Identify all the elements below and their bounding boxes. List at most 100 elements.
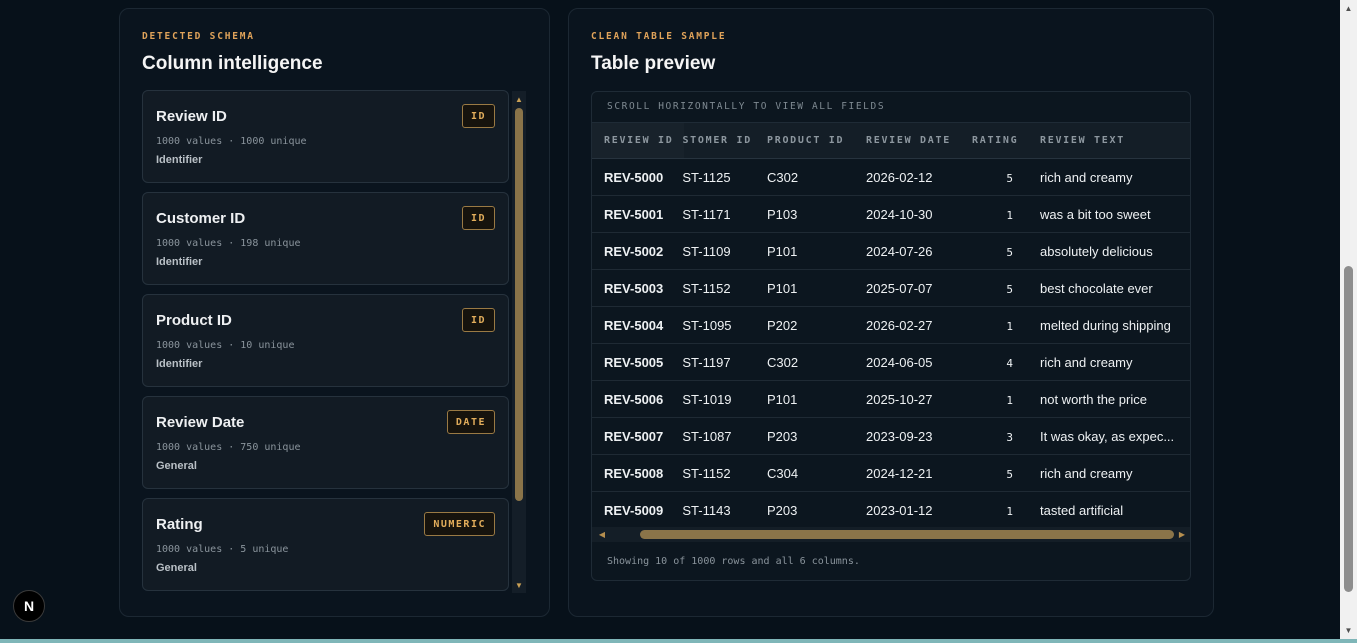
cell-review-date: 2023-09-23 [866,429,933,444]
cell-customer-id: CST-1197 [682,355,731,370]
cell-customer-id: CST-1019 [682,392,732,407]
cell-review-text: It was okay, as expec... [1040,429,1175,444]
cell-review-text: not worth the price [1040,392,1147,407]
cell-rating: 5 [1006,246,1013,259]
column-card[interactable]: Product ID 1000 values · 10 unique Ident… [142,294,509,387]
cell-customer-id: CST-1087 [682,429,732,444]
table-row[interactable]: REV-5002 CST-1109 P101 2024-07-26 5 absolutel… [592,233,1190,270]
type-badge: DATE [446,410,495,434]
cell-product-id: P203 [767,503,798,518]
table-row[interactable]: REV-5006 CST-1019 P101 2025-10-27 1 not worth… [592,381,1190,418]
cell-rating: 3 [1006,431,1013,444]
table-eyebrow: CLEAN TABLE SAMPLE [591,31,727,42]
cell-review-id: REV-5003 [604,281,664,296]
cell-review-id: REV-5001 [604,207,664,222]
header-rating[interactable]: RATING [972,135,1018,146]
table-row[interactable]: REV-5009 CST-1143 P203 2023-01-12 1 tasted ar… [592,492,1190,529]
scrollbar-thumb[interactable] [515,108,523,501]
type-badge: ID [461,308,495,332]
table-row[interactable]: REV-5005 CST-1197 C302 2024-06-05 4 rich and … [592,344,1190,381]
cell-product-id: P101 [767,244,798,259]
column-name: Review Date [156,414,245,431]
cell-review-id: REV-5008 [604,466,664,481]
cell-rating: 5 [1006,468,1013,481]
scroll-down-icon[interactable]: ▼ [512,579,526,591]
column-stats: 1000 values · 1000 unique [156,136,307,147]
schema-title: Column intelligence [142,53,323,74]
scrollbar-thumb[interactable] [640,530,1174,539]
table-row[interactable]: REV-5001 CST-1171 P103 2024-10-30 1 was a bit… [592,196,1190,233]
header-review-text[interactable]: REVIEW TEXT [1040,135,1125,146]
cell-review-text: was a bit too sweet [1040,207,1151,222]
cell-rating: 1 [1006,505,1013,518]
cell-review-text: absolutely delicious [1040,244,1153,259]
cell-review-date: 2024-07-26 [866,244,933,259]
table-row[interactable]: REV-5000 CST-1125 C302 2026-02-12 5 rich and … [592,159,1190,196]
cell-rating: 1 [1006,320,1013,333]
header-review-id[interactable]: REVIEW ID [604,135,674,146]
dev-tools-badge[interactable]: N [13,590,45,622]
cell-product-id: P203 [767,429,798,444]
column-list-scrollbar[interactable]: ▲ ▼ [512,91,526,593]
column-role: General [156,460,197,472]
cell-customer-id: CST-1125 [682,170,731,185]
cell-review-id: REV-5004 [604,318,664,333]
table-preview[interactable]: SCROLL HORIZONTALLY TO VIEW ALL FIELDS R… [591,91,1191,581]
scroll-right-icon[interactable]: ▶ [1176,528,1188,540]
cell-customer-id: CST-1109 [682,244,731,259]
type-badge: NUMERIC [424,512,495,536]
column-card[interactable]: Rating 1000 values · 5 unique General NU… [142,498,509,591]
cell-customer-id: CST-1171 [682,207,731,222]
column-card[interactable]: Customer ID 1000 values · 198 unique Ide… [142,192,509,285]
cell-product-id: C304 [767,466,799,481]
cell-review-id: REV-5000 [604,170,664,185]
column-stats: 1000 values · 5 unique [156,544,289,555]
column-role: Identifier [156,358,203,370]
cell-review-date: 2023-01-12 [866,503,933,518]
page-scrollbar[interactable]: ▲ ▼ [1340,0,1357,639]
table-row[interactable]: REV-5008 CST-1152 C304 2024-12-21 5 rich and … [592,455,1190,492]
table-row[interactable]: REV-5003 CST-1152 P101 2025-07-07 5 best choc… [592,270,1190,307]
table-title: Table preview [591,53,716,74]
column-card[interactable]: Review ID 1000 values · 1000 unique Iden… [142,90,509,183]
cell-review-id: REV-5002 [604,244,664,259]
cell-product-id: P103 [767,207,798,222]
cell-rating: 5 [1006,283,1013,296]
scroll-hint: SCROLL HORIZONTALLY TO VIEW ALL FIELDS [607,101,886,112]
cell-product-id: P101 [767,281,798,296]
cell-review-date: 2024-10-30 [866,207,933,222]
scrollbar-thumb[interactable] [1344,266,1353,592]
scroll-left-icon[interactable]: ◀ [596,528,608,540]
table-row[interactable]: REV-5004 CST-1095 P202 2026-02-27 1 melted du… [592,307,1190,344]
column-name: Customer ID [156,210,246,227]
column-name: Review ID [156,108,227,125]
column-role: Identifier [156,154,203,166]
type-badge: ID [461,104,495,128]
cell-review-text: rich and creamy [1040,466,1133,481]
cell-review-id: REV-5009 [604,503,664,518]
cell-review-date: 2026-02-12 [866,170,933,185]
horizontal-scrollbar[interactable]: ◀ ▶ [592,527,1190,542]
cell-review-date: 2026-02-27 [866,318,933,333]
header-customer-id[interactable]: CUSTOMER ID [682,135,752,146]
cell-product-id: C302 [767,170,799,185]
cell-rating: 5 [1006,172,1013,185]
column-stats: 1000 values · 10 unique [156,340,295,351]
column-list[interactable]: Review ID 1000 values · 1000 unique Iden… [142,90,510,592]
cell-rating: 1 [1006,394,1013,407]
cell-product-id: P202 [767,318,798,333]
cell-customer-id: CST-1152 [682,281,731,296]
table-panel: CLEAN TABLE SAMPLE Table preview SCROLL … [568,8,1214,617]
cell-review-id: REV-5005 [604,355,664,370]
cell-customer-id: CST-1143 [682,503,731,518]
scroll-up-icon[interactable]: ▲ [512,93,526,105]
column-card[interactable]: Review Date 1000 values · 750 unique Gen… [142,396,509,489]
scroll-down-icon[interactable]: ▼ [1340,622,1357,639]
header-product-id[interactable]: PRODUCT ID [767,135,844,146]
column-name: Product ID [156,312,232,329]
scroll-up-icon[interactable]: ▲ [1340,0,1357,17]
header-review-date[interactable]: REVIEW DATE [866,135,951,146]
table-row[interactable]: REV-5007 CST-1087 P203 2023-09-23 3 It was ok… [592,418,1190,455]
column-stats: 1000 values · 198 unique [156,238,301,249]
bottom-accent-bar [0,639,1357,643]
